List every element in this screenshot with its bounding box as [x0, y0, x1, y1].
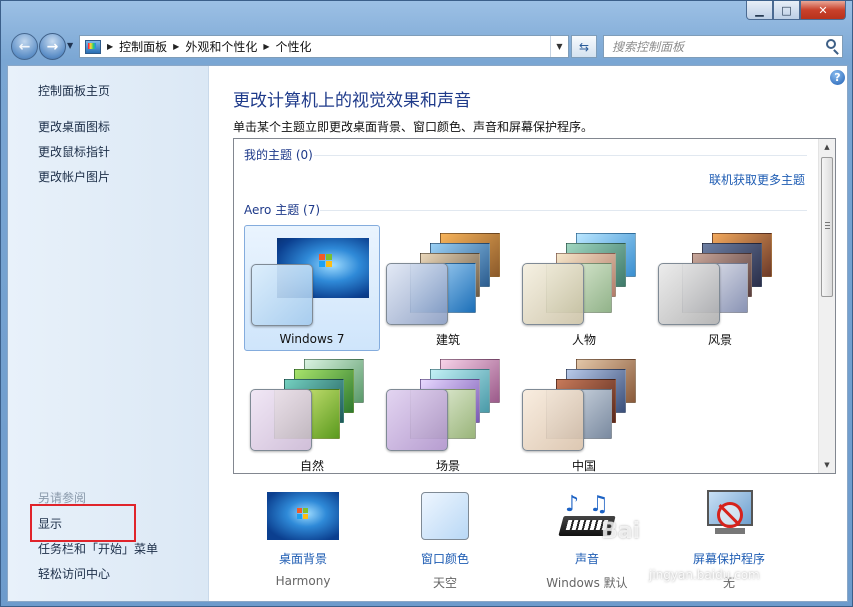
grip-icon [825, 222, 830, 229]
theme-tile-characters[interactable]: 人物 [516, 225, 652, 351]
window-color-swatch [251, 264, 313, 326]
theme-preview [658, 233, 782, 325]
forward-arrow-icon: → [46, 38, 59, 55]
scroll-up-icon[interactable]: ▲ [819, 139, 835, 155]
control-panel-icon [85, 39, 101, 54]
back-arrow-icon: ← [18, 38, 31, 55]
theme-label: 自然 [299, 459, 324, 473]
window-color-item[interactable]: 窗口颜色 天空 [375, 486, 515, 596]
forward-button[interactable]: → [39, 33, 66, 60]
minimize-icon: ▁ [755, 3, 764, 17]
breadcrumb-chevron-icon[interactable]: ▶ [107, 42, 113, 51]
theme-tile-nature[interactable]: 自然 [244, 351, 380, 473]
help-icon[interactable]: ? [830, 70, 845, 85]
window-color-swatch [250, 389, 312, 451]
address-bar[interactable]: ▶ 控制面板 ▶ 外观和个性化 ▶ 个性化 ▼ [79, 35, 569, 58]
close-icon: ✕ [818, 3, 828, 17]
theme-tile-china[interactable]: 中国 [516, 351, 652, 473]
window-color-label[interactable]: 窗口颜色 [375, 550, 515, 567]
minimize-button[interactable]: ▁ [746, 1, 773, 20]
window-color-swatch [522, 263, 584, 325]
page-description: 单击某个主题立即更改桌面背景、窗口颜色、声音和屏幕保护程序。 [233, 120, 594, 134]
sidebar-display-link[interactable]: 显示 [38, 515, 62, 532]
get-more-themes-link[interactable]: 联机获取更多主题 [709, 171, 805, 188]
window-color-swatch [386, 389, 448, 451]
theme-tile-windows7[interactable]: Windows 7 [244, 225, 380, 351]
sidebar-ease-of-access-link[interactable]: 轻松访问中心 [38, 565, 110, 582]
recent-pages-dropdown-icon[interactable]: ▼ [67, 41, 73, 50]
desktop-background-icon [267, 492, 339, 540]
sidebar-change-mouse-pointers[interactable]: 更改鼠标指针 [38, 143, 110, 160]
sidebar-change-account-picture[interactable]: 更改帐户图片 [38, 168, 110, 185]
scroll-down-icon[interactable]: ▼ [819, 457, 835, 473]
theme-label: Windows 7 [279, 332, 345, 346]
sidebar-taskbar-link[interactable]: 任务栏和「开始」菜单 [38, 540, 158, 557]
theme-label: 中国 [571, 459, 596, 473]
search-input[interactable] [604, 36, 814, 57]
group-divider [314, 155, 807, 156]
theme-preview [386, 359, 510, 451]
breadcrumb-personalization[interactable]: 个性化 [276, 38, 312, 55]
window-color-swatch [386, 263, 448, 325]
page-title: 更改计算机上的视觉效果和声音 [233, 91, 471, 111]
sounds-label[interactable]: 声音 [517, 550, 657, 567]
group-divider [320, 210, 807, 211]
screen-saver-label[interactable]: 屏幕保护程序 [659, 550, 799, 567]
caption-buttons: ▁ □ ✕ [746, 1, 846, 20]
maximize-button[interactable]: □ [773, 1, 800, 20]
control-panel-window: ▁ □ ✕ ← → ▼ ▶ 控制面板 ▶ 外观和个性化 ▶ 个性化 ▼ ⇆ 控制… [0, 0, 853, 607]
theme-preview [386, 233, 510, 325]
window-color-icon [421, 492, 469, 540]
aero-themes-heading[interactable]: Aero 主题 (7) [244, 201, 320, 218]
windows-logo-icon [297, 508, 309, 520]
theme-tile-scenes[interactable]: 场景 [380, 351, 516, 473]
address-dropdown-icon[interactable]: ▼ [550, 36, 568, 57]
theme-label: 建筑 [435, 333, 460, 347]
breadcrumb-chevron-icon[interactable]: ▶ [263, 42, 269, 51]
back-button[interactable]: ← [11, 33, 38, 60]
navigation-bar: ← → ▼ ▶ 控制面板 ▶ 外观和个性化 ▶ 个性化 ▼ ⇆ [1, 29, 853, 65]
desktop-background-value: Harmony [275, 574, 331, 588]
maximize-icon: □ [781, 3, 792, 17]
sidebar-home-link[interactable]: 控制面板主页 [38, 82, 110, 99]
close-button[interactable]: ✕ [800, 1, 846, 20]
search-box[interactable] [603, 35, 843, 58]
theme-list: 我的主题 (0) 联机获取更多主题 Aero 主题 (7) Windows 7 … [233, 138, 836, 474]
screen-saver-icon [703, 490, 757, 542]
theme-tile-landscapes[interactable]: 风景 [652, 225, 788, 351]
sidebar: 控制面板主页 更改桌面图标 更改鼠标指针 更改帐户图片 另请参阅 显示 任务栏和… [8, 66, 209, 601]
theme-list-scrollbar[interactable]: ▲ ▼ [818, 139, 835, 473]
search-icon[interactable] [826, 39, 836, 49]
theme-label: 场景 [435, 459, 460, 473]
scrollbar-thumb[interactable] [821, 157, 833, 297]
main-content: ? 更改计算机上的视觉效果和声音 单击某个主题立即更改桌面背景、窗口颜色、声音和… [209, 66, 847, 601]
theme-preview [251, 234, 375, 326]
theme-label: 风景 [707, 333, 732, 347]
sounds-value: Windows 默认 [546, 576, 628, 590]
theme-label: 人物 [571, 333, 596, 347]
theme-tile-architecture[interactable]: 建筑 [380, 225, 516, 351]
client-area: 控制面板主页 更改桌面图标 更改鼠标指针 更改帐户图片 另请参阅 显示 任务栏和… [7, 65, 848, 602]
baidu-watermark-url: jingyan.baidu.com [649, 568, 760, 582]
baidu-watermark: Bai [601, 519, 641, 544]
theme-preview [250, 359, 374, 451]
breadcrumb-appearance[interactable]: 外观和个性化 [185, 38, 257, 55]
theme-preview [522, 233, 646, 325]
theme-preview [522, 359, 646, 451]
windows-logo-icon [319, 254, 333, 268]
window-color-swatch [658, 263, 720, 325]
refresh-button[interactable]: ⇆ [571, 35, 597, 58]
breadcrumb-chevron-icon[interactable]: ▶ [173, 42, 179, 51]
window-color-value: 天空 [432, 576, 457, 590]
refresh-icon: ⇆ [578, 39, 590, 54]
desktop-background-label[interactable]: 桌面背景 [233, 550, 373, 567]
desktop-background-item[interactable]: 桌面背景 Harmony [233, 486, 373, 596]
breadcrumb-control-panel[interactable]: 控制面板 [119, 38, 167, 55]
window-color-swatch [522, 389, 584, 451]
sidebar-change-desktop-icons[interactable]: 更改桌面图标 [38, 118, 110, 135]
my-themes-heading[interactable]: 我的主题 (0) [244, 146, 313, 163]
